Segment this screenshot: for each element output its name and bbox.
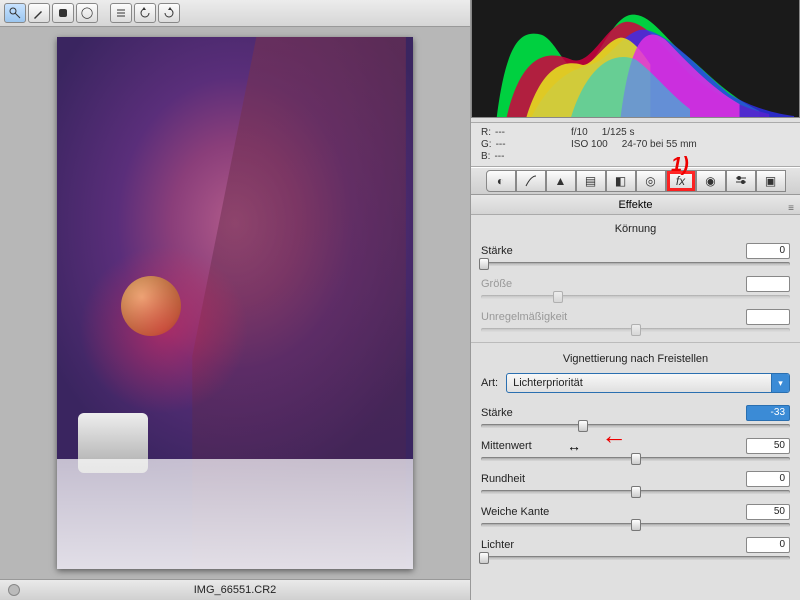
shutter-value: 1/125 s: [602, 127, 635, 138]
vignette-amount-value[interactable]: -33: [746, 405, 790, 421]
tab-target[interactable]: ◉: [696, 170, 726, 192]
grain-amount-value[interactable]: 0: [746, 243, 790, 259]
vignette-midpoint-slider[interactable]: [481, 457, 790, 461]
vignette-midpoint-row: ← ↔ Mittenwert 50: [481, 438, 790, 461]
vignette-feather-label: Weiche Kante: [481, 506, 549, 518]
grain-rough-label: Unregelmäßigkeit: [481, 311, 567, 323]
preview-image: [57, 37, 413, 569]
b-label: B:: [481, 151, 490, 162]
vignette-feather-slider[interactable]: [481, 523, 790, 527]
vignette-midpoint-value[interactable]: 50: [746, 438, 790, 454]
vignette-midpoint-label: Mittenwert: [481, 440, 532, 452]
grain-amount-row: Stärke 0: [481, 243, 790, 266]
aperture-value: f/10: [571, 127, 588, 138]
tab-lens[interactable]: ◎: [636, 170, 666, 192]
panel-tabs: ◐ ▲ ▤ ◧ ◎ fx ◉ ▣ 1): [471, 167, 800, 195]
filmstrip-toggle[interactable]: [8, 584, 20, 596]
grain-rough-row: Unregelmäßigkeit: [481, 309, 790, 332]
grain-rough-value: [746, 309, 790, 325]
vignette-highlights-value[interactable]: 0: [746, 537, 790, 553]
preview-tool-6[interactable]: [158, 3, 180, 23]
vignette-style-select[interactable]: Lichterpriorität ▾: [506, 373, 790, 393]
tab-tone-curve[interactable]: [516, 170, 546, 192]
grain-amount-label: Stärke: [481, 245, 513, 257]
grain-amount-slider[interactable]: [481, 262, 790, 266]
tab-grayscale[interactable]: ▤: [576, 170, 606, 192]
vignette-feather-value[interactable]: 50: [746, 504, 790, 520]
vignette-highlights-slider[interactable]: [481, 556, 790, 560]
vignette-roundness-value[interactable]: 0: [746, 471, 790, 487]
preview-toolbar: ◯: [0, 0, 470, 27]
iso-value: ISO 100: [571, 139, 608, 150]
vignette-highlights-label: Lichter: [481, 539, 514, 551]
vignette-feather-row: Weiche Kante 50: [481, 504, 790, 527]
r-value: ---: [495, 127, 505, 138]
filename-bar: IMG_66551.CR2: [0, 579, 470, 600]
filename-text: IMG_66551.CR2: [194, 584, 277, 596]
grain-section-title: Körnung: [481, 223, 790, 235]
vignette-highlights-row: Lichter 0: [481, 537, 790, 560]
effects-panel: Körnung Stärke 0 Größe Unregelmäßigkeit …: [471, 215, 800, 600]
panel-title-bar: Effekte ≡: [471, 195, 800, 215]
vignette-amount-label: Stärke: [481, 407, 513, 419]
histogram[interactable]: [471, 0, 800, 118]
preview-pane: ◯ IMG_66551.CR2: [0, 0, 470, 600]
lens-value: 24-70 bei 55 mm: [622, 139, 697, 150]
vignette-amount-slider[interactable]: [481, 424, 790, 428]
develop-panel: R:--- G:--- B:--- f/101/125 s ISO 10024-…: [470, 0, 800, 600]
tab-aperture[interactable]: ◐: [486, 170, 516, 192]
grain-size-label: Größe: [481, 278, 512, 290]
preview-tool-1[interactable]: [28, 3, 50, 23]
preview-tool-2[interactable]: [52, 3, 74, 23]
vignette-roundness-row: Rundheit 0: [481, 471, 790, 494]
preview-tool-5[interactable]: [134, 3, 156, 23]
annotation-callout: 1): [671, 154, 689, 177]
g-label: G:: [481, 139, 492, 150]
vignette-roundness-label: Rundheit: [481, 473, 525, 485]
panel-title: Effekte: [618, 199, 652, 211]
vignette-style-row: Art: Lichterpriorität ▾: [481, 373, 790, 393]
grain-rough-slider: [481, 328, 790, 332]
tab-sliders[interactable]: [726, 170, 756, 192]
grain-size-value: [746, 276, 790, 292]
g-value: ---: [496, 139, 506, 150]
tab-presets[interactable]: ▣: [756, 170, 786, 192]
tab-triangle[interactable]: ▲: [546, 170, 576, 192]
tab-split[interactable]: ◧: [606, 170, 636, 192]
exif-info: R:--- G:--- B:--- f/101/125 s ISO 10024-…: [471, 122, 800, 167]
vignette-section-title: Vignettierung nach Freistellen: [481, 353, 790, 365]
image-viewer[interactable]: [0, 27, 470, 579]
vignette-style-label: Art:: [481, 377, 498, 389]
preview-tool-4[interactable]: [110, 3, 132, 23]
preview-tool-3[interactable]: ◯: [76, 3, 98, 23]
grain-size-slider: [481, 295, 790, 299]
vignette-style-value: Lichterpriorität: [513, 377, 583, 389]
vignette-roundness-slider[interactable]: [481, 490, 790, 494]
b-value: ---: [494, 151, 504, 162]
preview-tool-0[interactable]: [4, 3, 26, 23]
r-label: R:: [481, 127, 491, 138]
chevron-down-icon: ▾: [771, 374, 789, 392]
grain-size-row: Größe: [481, 276, 790, 299]
vignette-amount-row: Stärke -33: [481, 405, 790, 428]
